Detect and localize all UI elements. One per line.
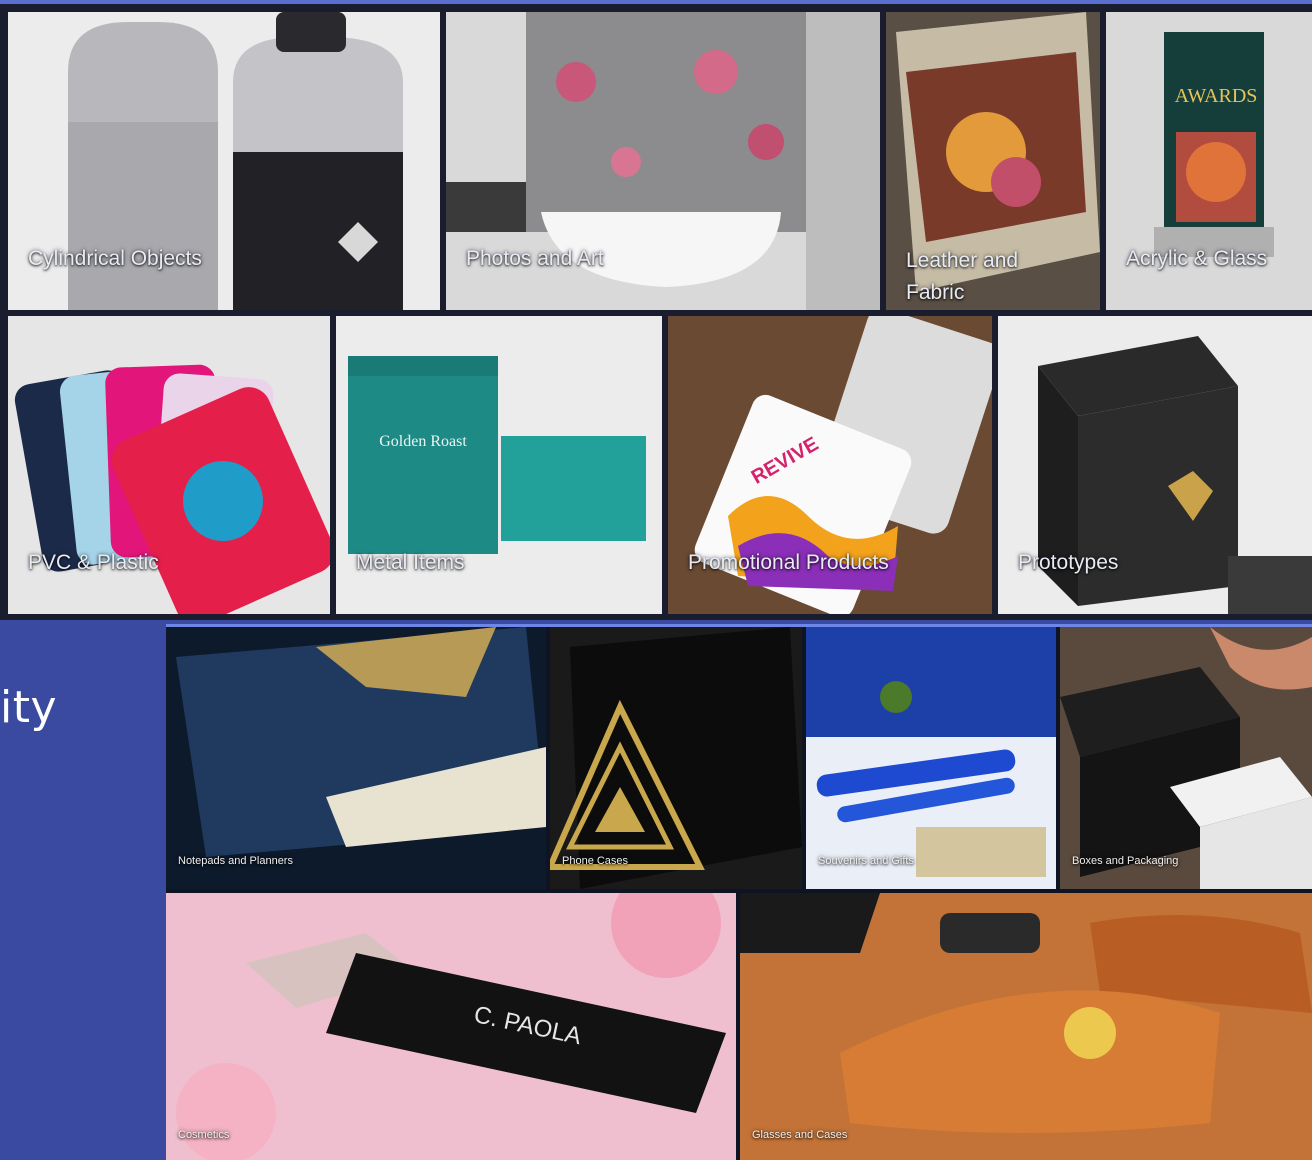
tile-label: Glasses and Cases <box>752 1128 848 1141</box>
tile-label: Notepads and Planners <box>178 854 293 867</box>
tile-notepads-and-planners[interactable]: Notepads and Planners <box>166 627 546 889</box>
tile-label: Metal Items <box>356 550 465 574</box>
tile-label: Promotional Products <box>688 550 889 574</box>
tile-boxes-and-packaging[interactable]: Boxes and Packaging <box>1060 627 1312 889</box>
tile-prototypes[interactable]: Prototypes <box>998 316 1312 614</box>
tile-cosmetics[interactable]: C. PAOLA Cosmetics <box>166 893 736 1160</box>
bottom-category-grid: Notepads and Planners Phone Cases Souven… <box>166 624 1312 1160</box>
tile-pvc-and-plastic[interactable]: PVC & Plastic <box>8 316 330 614</box>
tile-label: Photos and Art <box>466 246 604 270</box>
lipstick-image: C. PAOLA <box>166 893 736 1160</box>
tile-label: Acrylic & Glass <box>1126 246 1268 270</box>
tile-label: Cylindrical Objects <box>28 246 202 270</box>
glasses-case-image <box>740 893 1312 1160</box>
award-title: AWARDS <box>1175 85 1258 107</box>
top-category-grid: Cylindrical Objects Photos and Art Leath… <box>0 0 1312 620</box>
tile-metal-items[interactable]: Golden Roast Metal Items <box>336 316 662 614</box>
boxes-image <box>1060 627 1312 889</box>
partial-heading: ity <box>0 682 58 733</box>
tile-label: Leather and Fabric <box>906 249 1019 304</box>
tile-glasses-and-cases[interactable]: Glasses and Cases <box>740 893 1312 1160</box>
pen-image <box>806 627 1056 889</box>
tile-label: Phone Cases <box>562 854 629 867</box>
tile-label: Cosmetics <box>178 1128 230 1141</box>
tile-leather-and-fabric[interactable]: Leather and Fabric <box>886 12 1100 310</box>
tile-label: PVC & Plastic <box>28 550 159 574</box>
tile-souvenirs-and-gifts[interactable]: Souvenirs and Gifts <box>806 627 1056 889</box>
notepad-image <box>166 627 546 889</box>
tile-label: Boxes and Packaging <box>1072 854 1179 867</box>
tile-label: Prototypes <box>1018 550 1119 574</box>
tile-photos-and-art[interactable]: Photos and Art <box>446 12 880 310</box>
tile-phone-cases[interactable]: Phone Cases <box>550 627 802 889</box>
tile-cylindrical-objects[interactable]: Cylindrical Objects <box>8 12 440 310</box>
tile-acrylic-and-glass[interactable]: AWARDS Acrylic & Glass <box>1106 12 1312 310</box>
phone-case-image <box>550 627 802 889</box>
tin-brand: Golden Roast <box>379 433 467 450</box>
tile-promotional-products[interactable]: REVIVE Promotional Products <box>668 316 992 614</box>
tile-label: Souvenirs and Gifts <box>818 854 914 867</box>
